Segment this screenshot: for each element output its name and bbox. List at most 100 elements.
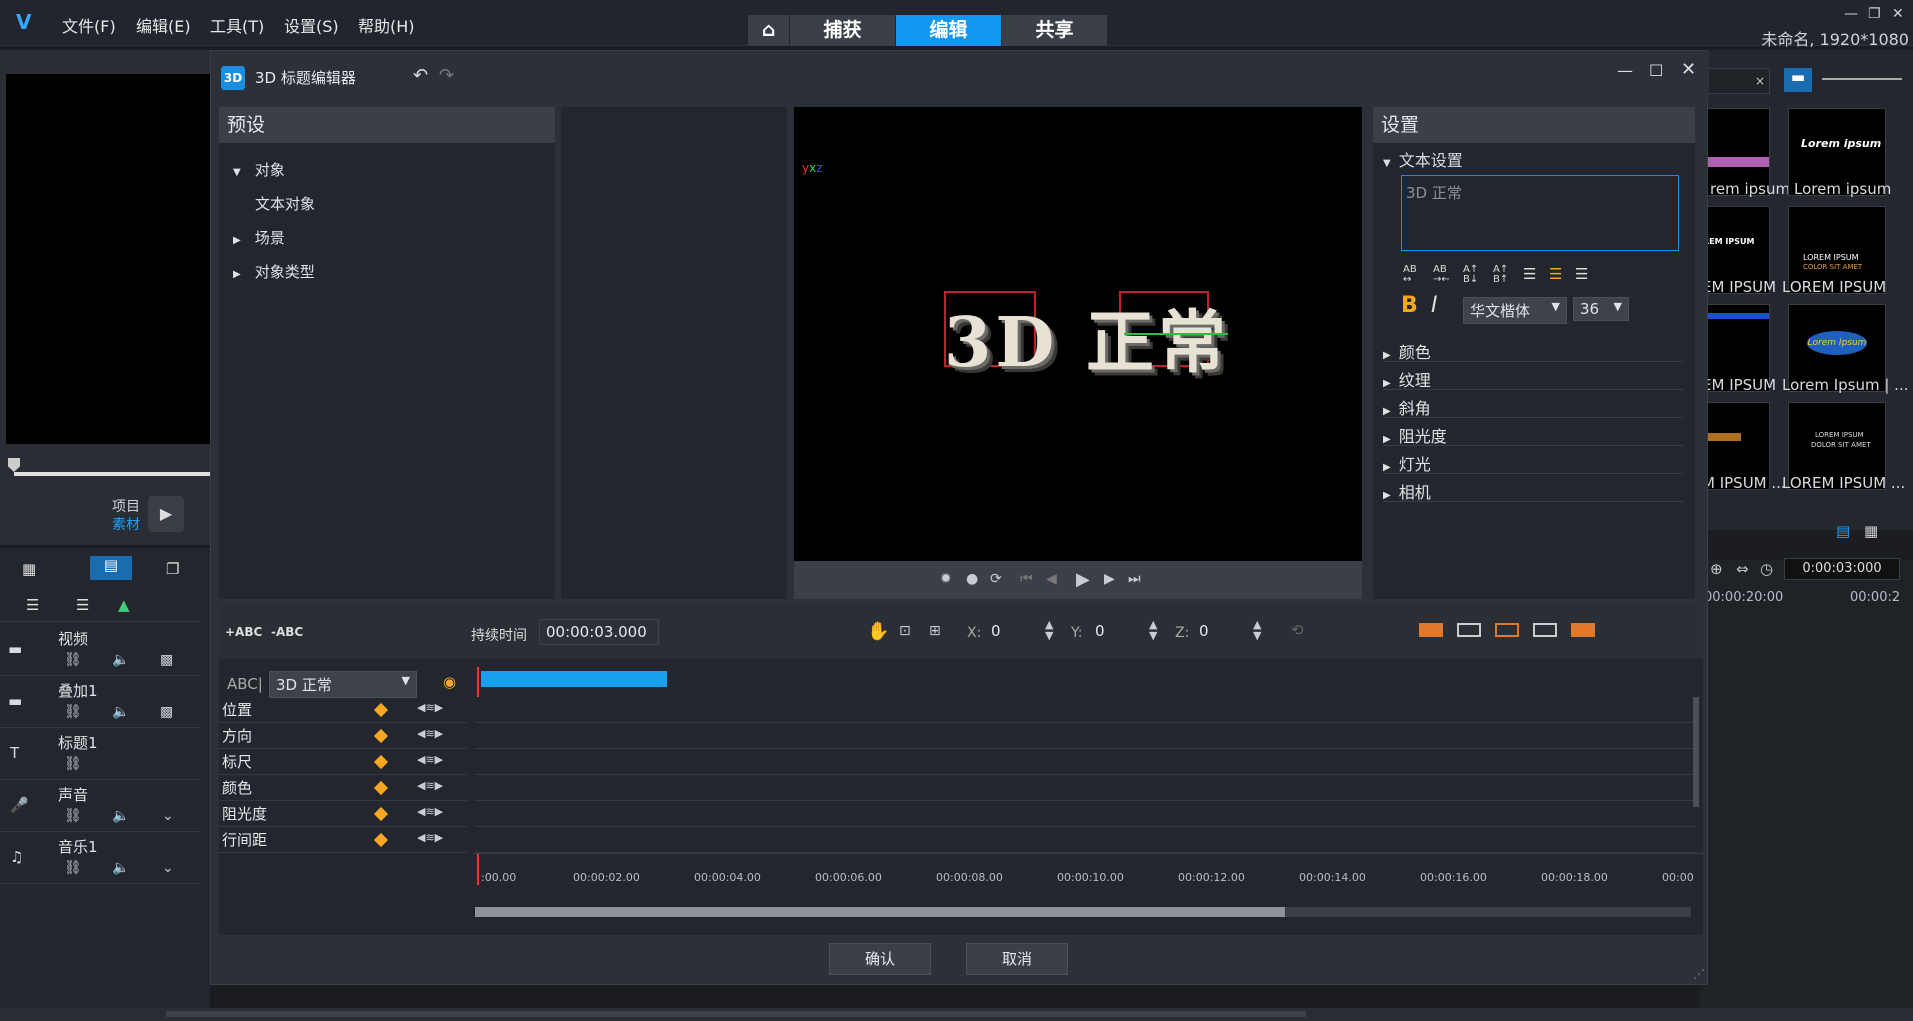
tree-item-object[interactable]: ▼ 对象 bbox=[233, 159, 285, 180]
speaker-icon[interactable]: 🔈 bbox=[112, 704, 129, 720]
z-input[interactable]: 0 bbox=[1193, 619, 1249, 645]
lanes-scrollbar[interactable] bbox=[1693, 697, 1699, 807]
preview-3d-text[interactable]: 3D 正常 bbox=[944, 287, 1230, 386]
grid-icon[interactable]: ▩ bbox=[160, 704, 173, 720]
section-opacity[interactable]: ▶ 阻光度 bbox=[1383, 423, 1683, 446]
chapter-icon[interactable]: ☰ bbox=[76, 596, 89, 614]
close-app-icon[interactable]: ✕ bbox=[1892, 6, 1904, 22]
reset-icon[interactable]: ⟲ bbox=[1291, 621, 1304, 639]
tree-item-text-object[interactable]: 文本对象 bbox=[255, 193, 315, 214]
tab-capture[interactable]: 捕获 bbox=[790, 15, 896, 46]
grid-view-icon[interactable]: ▦ bbox=[1864, 522, 1878, 540]
mode-project[interactable]: 项目 bbox=[112, 496, 140, 516]
section-light[interactable]: ▶ 灯光 bbox=[1383, 451, 1683, 474]
tab-share[interactable]: 共享 bbox=[1002, 15, 1108, 46]
link-icon[interactable]: ⛓ bbox=[64, 704, 82, 720]
minimize-icon[interactable]: — bbox=[1844, 6, 1858, 22]
keyframe-nav-icon[interactable]: ◀≋▶ bbox=[417, 779, 443, 792]
eye-icon[interactable]: ◉ bbox=[443, 673, 456, 691]
zoom-slider[interactable] bbox=[1822, 78, 1902, 80]
view-toggle-icon[interactable]: ▬ bbox=[1784, 68, 1812, 92]
x-stepper-icon[interactable]: ▲ ▼ bbox=[1045, 619, 1053, 641]
speaker-icon[interactable]: 🔈 bbox=[112, 860, 129, 876]
add-object-button[interactable]: +ABC bbox=[225, 625, 262, 639]
tree-item-object-type[interactable]: ▶ 对象类型 bbox=[233, 261, 315, 282]
timeline-view-icon[interactable]: ▤ bbox=[90, 556, 132, 580]
dialog-minimize-icon[interactable]: — bbox=[1617, 61, 1633, 80]
timeline-scrollbar-thumb[interactable] bbox=[475, 907, 1285, 917]
view-left-icon[interactable] bbox=[1495, 623, 1519, 637]
hand-icon[interactable]: ✋ bbox=[867, 621, 889, 642]
copy-icon[interactable]: ❐ bbox=[166, 560, 179, 578]
dialog-close-icon[interactable]: ✕ bbox=[1681, 59, 1696, 80]
view-top-icon[interactable] bbox=[1571, 623, 1595, 637]
menu-settings[interactable]: 设置(S) bbox=[284, 13, 339, 37]
menu-tools[interactable]: 工具(T) bbox=[210, 13, 264, 37]
prev-frame-icon[interactable]: ◀ bbox=[1046, 571, 1057, 587]
view-back-icon[interactable] bbox=[1457, 623, 1481, 637]
chevron-down-icon[interactable]: ⌄ bbox=[162, 808, 174, 824]
clip-bar[interactable] bbox=[481, 671, 667, 687]
menu-file[interactable]: 文件(F) bbox=[62, 13, 116, 37]
section-texture[interactable]: ▶ 纹理 bbox=[1383, 367, 1683, 390]
font-select[interactable]: 华文楷体 ▼ bbox=[1463, 297, 1567, 324]
cancel-button[interactable]: 取消 bbox=[966, 943, 1068, 975]
link-icon[interactable]: ⛓ bbox=[64, 860, 82, 876]
keyframe-nav-icon[interactable]: ◀≋▶ bbox=[417, 831, 443, 844]
go-start-icon[interactable]: ⏮ bbox=[1020, 571, 1033, 587]
track-voice[interactable]: 🎤 声音 ⛓ 🔈 ⌄ bbox=[0, 780, 200, 832]
align-center-icon[interactable]: ☰ bbox=[1549, 265, 1562, 283]
loop-icon[interactable]: ⟳ bbox=[990, 571, 1002, 587]
link-icon[interactable]: ⛓ bbox=[64, 808, 82, 824]
link-icon[interactable]: ⛓ bbox=[64, 652, 82, 668]
menu-help[interactable]: 帮助(H) bbox=[358, 13, 415, 37]
bold-button[interactable]: B bbox=[1401, 293, 1418, 318]
tab-edit[interactable]: 编辑 bbox=[896, 15, 1002, 46]
bottom-scrollbar[interactable] bbox=[0, 1008, 1913, 1021]
drop-icon[interactable]: ● bbox=[966, 571, 978, 587]
keyframe-nav-icon[interactable]: ◀≋▶ bbox=[417, 701, 443, 714]
fit-icon[interactable]: ⇔ bbox=[1736, 560, 1749, 578]
x-input[interactable]: 0 bbox=[985, 619, 1041, 645]
track-overlay[interactable]: ▬ 叠加1 ⛓ 🔈 ▩ bbox=[0, 676, 200, 728]
zoom-in-icon[interactable]: ⊕ bbox=[1710, 560, 1723, 578]
home-icon[interactable]: ⌂ bbox=[748, 15, 790, 46]
next-frame-icon[interactable]: ▶ bbox=[1104, 571, 1115, 587]
section-camera[interactable]: ▶ 相机 bbox=[1383, 479, 1683, 502]
go-end-icon[interactable]: ⏭ bbox=[1128, 571, 1141, 587]
undo-icon[interactable]: ↶ bbox=[413, 65, 428, 86]
restore-icon[interactable]: ❐ bbox=[1868, 6, 1881, 22]
play-icon[interactable]: ▶ bbox=[148, 496, 184, 532]
menu-edit[interactable]: 编辑(E) bbox=[136, 13, 191, 37]
preview-canvas[interactable]: yxz 3D 正常 bbox=[794, 107, 1362, 561]
y-input[interactable]: 0 bbox=[1089, 619, 1145, 645]
duration-input[interactable]: 00:00:03.000 bbox=[539, 619, 659, 645]
mode-clip[interactable]: 素材 bbox=[112, 514, 140, 534]
track-title[interactable]: T 标题1 ⛓ bbox=[0, 728, 200, 780]
line-tighten-icon[interactable]: A↑ B↑ bbox=[1493, 265, 1508, 285]
move-gizmo-x[interactable] bbox=[1124, 333, 1228, 335]
speaker-icon[interactable]: 🔈 bbox=[112, 808, 129, 824]
storyboard-icon[interactable]: ▦ bbox=[22, 560, 36, 578]
remove-object-button[interactable]: -ABC bbox=[271, 625, 303, 639]
text-settings-section[interactable]: ▼ 文本设置 bbox=[1383, 147, 1463, 171]
view-front-icon[interactable] bbox=[1419, 623, 1443, 637]
object-select[interactable]: 3D 正常 ▼ bbox=[269, 671, 417, 698]
resize-grip-icon[interactable]: ⋰ bbox=[1693, 967, 1705, 981]
grid-icon[interactable]: ▩ bbox=[160, 652, 173, 668]
bug-icon[interactable]: ✹ bbox=[940, 571, 952, 587]
library-search-input[interactable]: × bbox=[1704, 68, 1770, 94]
dialog-maximize-icon[interactable]: ☐ bbox=[1649, 61, 1663, 80]
link-icon[interactable]: ⛓ bbox=[64, 756, 82, 772]
track-video[interactable]: ▬ 视频 ⛓ 🔈 ▩ bbox=[0, 624, 200, 676]
scrub-bar[interactable] bbox=[14, 472, 210, 476]
bottom-scroll-thumb[interactable] bbox=[166, 1011, 1306, 1017]
tree-item-scene[interactable]: ▶ 场景 bbox=[233, 227, 285, 248]
keyframe-nav-icon[interactable]: ◀≋▶ bbox=[417, 805, 443, 818]
section-bevel[interactable]: ▶ 斜角 bbox=[1383, 395, 1683, 418]
keyframe-nav-icon[interactable]: ◀≋▶ bbox=[417, 727, 443, 740]
keyframe-nav-icon[interactable]: ◀≋▶ bbox=[417, 753, 443, 766]
line-spacing-icon[interactable]: A↑ B↓ bbox=[1463, 265, 1478, 285]
chevron-down-icon[interactable]: ⌄ bbox=[162, 860, 174, 876]
section-color[interactable]: ▶ 颜色 bbox=[1383, 339, 1683, 362]
